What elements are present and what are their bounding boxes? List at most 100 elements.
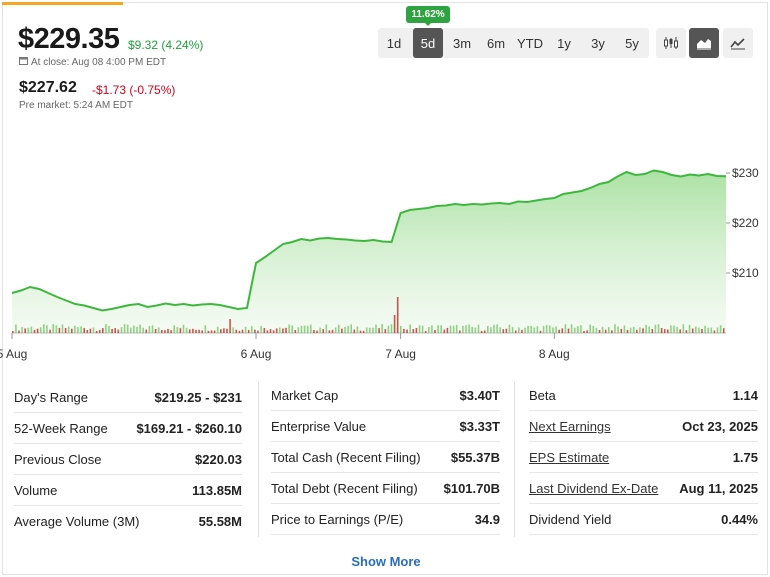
volume-bar [462,325,464,333]
volume-bar [465,325,467,333]
volume-bar [223,328,225,333]
stat-value: 1.14 [732,387,758,403]
stat-label: Average Volume (3M) [14,514,140,529]
volume-bar [626,329,629,333]
volume-bar [201,330,203,333]
volume-bar [216,326,219,333]
volume-bar [508,324,511,333]
volume-bar [524,327,526,333]
stat-value: $55.37B [450,449,500,465]
stat-row: Dividend Yield 0.44% [529,504,758,535]
price-chart[interactable]: 5 Aug 6 Aug 7 Aug 8 Aug $230 $220 $210 [0,0,770,370]
volume-bar [409,324,411,333]
volume-bar [254,329,256,333]
stat-row: Day's Range $219.25 - $231 [14,382,242,413]
volume-bar [67,326,70,333]
volume-bar [310,324,312,333]
volume-bar [511,327,514,333]
stat-label: Beta [529,387,556,403]
volume-bar [359,330,362,333]
stat-value: $3.40T [459,387,500,403]
volume-bar [375,324,377,333]
volume-bar [195,329,197,333]
volume-bar [80,326,82,333]
volume-bar [431,325,433,333]
volume-bar [412,329,415,333]
volume-bar [434,330,436,333]
stat-value: Aug 11, 2025 [679,480,758,496]
volume-bar [235,329,238,333]
volume-bar [415,328,418,333]
show-more-button[interactable]: Show More [340,554,432,569]
volume-bar [108,325,110,333]
volume-bar [518,327,520,333]
volume-bar [334,327,337,333]
stat-value: 55.58M [198,514,242,529]
volume-bar [95,331,98,333]
last-dividend-ex-date-link[interactable]: Last Dividend Ex-Date [529,481,658,496]
volume-bar [241,329,244,333]
volume-bar [303,325,306,333]
volume-bar [387,325,390,333]
volume-bar [362,330,365,333]
stat-row: Enterprise Value $3.33T [271,411,500,442]
volume-bar [102,328,104,333]
volume-bar [670,325,672,333]
volume-bar [639,327,641,333]
volume-bar [226,328,228,333]
volume-bar [331,329,334,333]
stat-label: Volume [14,482,58,498]
volume-bar [36,328,39,333]
stat-row: Market Cap $3.40T [271,380,500,411]
volume-bar [64,328,67,333]
next-earnings-link[interactable]: Next Earnings [529,419,611,434]
volume-bar [86,330,89,333]
volume-bar [154,329,157,333]
volume-bar [561,328,564,333]
volume-bar [499,327,501,333]
volume-bar [716,327,719,333]
volume-bar [533,327,536,333]
volume-bar [126,324,129,333]
volume-bar [468,324,470,333]
eps-estimate-link[interactable]: EPS Estimate [529,450,609,465]
volume-bar [130,327,132,333]
volume-bar [30,326,33,333]
volume-bar [502,329,505,333]
volume-bar [688,324,691,333]
volume-bar [120,327,123,333]
volume-bar [251,326,253,333]
volume-bar [353,329,356,333]
volume-bar [589,324,591,333]
volume-bar [428,327,430,333]
volume-bar [325,324,328,333]
volume-bar [614,324,616,333]
stat-value: $219.25 - $231 [154,389,242,405]
stat-value: Oct 23, 2025 [682,418,758,434]
volume-bar [648,326,650,333]
volume-bar [83,328,85,333]
volume-bar [71,328,73,333]
volume-bar [300,325,303,333]
volume-bar [279,327,281,333]
volume-bar [611,330,613,333]
volume-bar [12,331,14,333]
volume-bar [173,325,175,333]
stat-row: Price to Earnings (P/E) 34.9 [271,504,500,535]
volume-bar [142,327,144,333]
volume-bar [455,324,458,333]
volume-bar [74,325,76,333]
volume-bar [182,324,185,333]
volume-bar [164,330,166,333]
volume-bar [21,327,23,333]
volume-bar [418,325,421,333]
volume-bar [266,330,269,333]
volume-bar [356,326,359,333]
volume-bar [27,327,30,333]
volume-bar [483,330,486,333]
volume-bar [691,328,694,333]
volume-bar [651,329,654,333]
volume-bar [642,328,644,333]
stat-label: Market Cap [271,387,339,403]
volume-bar [133,325,135,333]
